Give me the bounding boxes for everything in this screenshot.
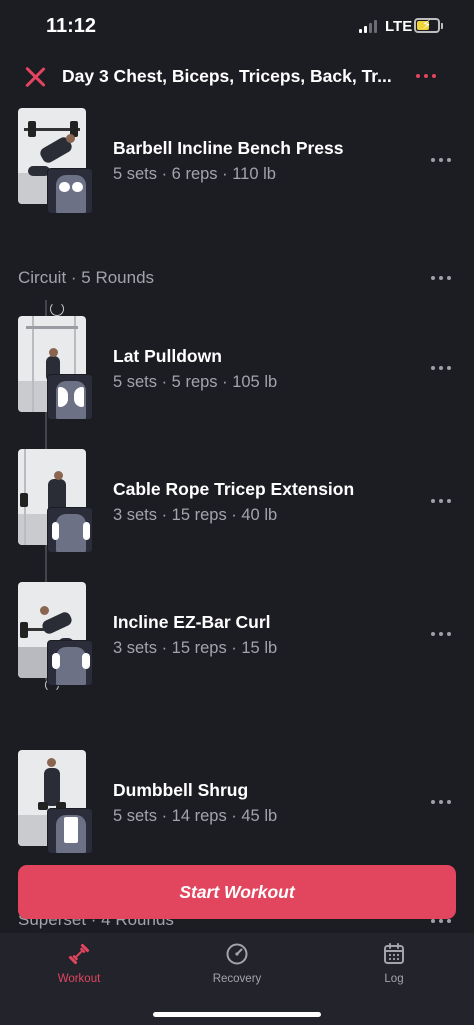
exercise-row-dumbbell-shrug[interactable]: Dumbbell Shrug 5 sets · 14 reps · 45 lb (0, 748, 474, 858)
exercise-name: Barbell Incline Bench Press (113, 138, 344, 158)
network-type: LTE (385, 18, 413, 35)
exercise-row-incline-ez-bar-curl[interactable]: Incline EZ-Bar Curl 3 sets · 15 reps · 1… (0, 580, 474, 690)
circuit-label: Circuit · 5 Rounds (18, 268, 155, 287)
recovery-gauge-icon (226, 943, 248, 965)
exercise-meta: 5 sets · 5 reps · 105 lb (113, 373, 278, 391)
cellular-signal-icon (359, 19, 377, 33)
muscle-map-biceps-icon (47, 640, 93, 686)
exercise-row-lat-pulldown[interactable]: Lat Pulldown 5 sets · 5 reps · 105 lb (0, 314, 474, 424)
exercise-name: Incline EZ-Bar Curl (113, 612, 271, 632)
exercise-name: Cable Rope Tricep Extension (113, 479, 355, 499)
home-indicator[interactable] (153, 1012, 321, 1017)
calendar-icon (384, 943, 404, 964)
circuit-more-icon[interactable] (431, 271, 455, 285)
muscle-map-back-icon (47, 374, 93, 420)
workout-header: Day 3 Chest, Biceps, Triceps, Back, Tr..… (0, 54, 474, 102)
tab-recovery[interactable]: Recovery (182, 941, 292, 985)
battery-icon: ⚡ (414, 17, 440, 33)
tab-label: Workout (57, 973, 101, 985)
tab-log[interactable]: Log (339, 941, 449, 985)
workout-title: Day 3 Chest, Biceps, Triceps, Back, Tr..… (62, 66, 392, 86)
tab-label: Log (384, 973, 404, 985)
exercise-meta: 3 sets · 15 reps · 40 lb (113, 506, 278, 524)
tab-workout[interactable]: Workout (24, 941, 134, 985)
start-workout-button[interactable]: Start Workout (18, 865, 456, 919)
exercise-more-icon[interactable] (431, 153, 455, 167)
close-icon[interactable] (22, 64, 48, 90)
dumbbell-icon (68, 943, 90, 965)
muscle-map-chest-icon (47, 168, 93, 214)
exercise-more-icon[interactable] (431, 795, 455, 809)
muscle-map-triceps-icon (47, 507, 93, 553)
exercise-name: Dumbbell Shrug (113, 780, 249, 800)
exercise-more-icon[interactable] (431, 494, 455, 508)
exercise-more-icon[interactable] (431, 361, 455, 375)
tab-label: Recovery (212, 973, 262, 985)
exercise-meta: 5 sets · 6 reps · 110 lb (113, 165, 276, 183)
header-more-icon[interactable] (416, 66, 444, 86)
exercise-row-barbell-incline-bench-press[interactable]: Barbell Incline Bench Press 5 sets · 6 r… (0, 106, 474, 216)
status-bar: 11:12 LTE ⚡ (0, 0, 474, 54)
exercise-meta: 5 sets · 14 reps · 45 lb (113, 807, 278, 825)
exercise-more-icon[interactable] (431, 627, 455, 641)
exercise-name: Lat Pulldown (113, 346, 222, 366)
status-time: 11:12 (46, 15, 97, 37)
exercise-row-cable-rope-tricep-extension[interactable]: Cable Rope Tricep Extension 3 sets · 15 … (0, 447, 474, 557)
exercise-meta: 3 sets · 15 reps · 15 lb (113, 639, 278, 657)
muscle-map-traps-icon (47, 808, 93, 854)
